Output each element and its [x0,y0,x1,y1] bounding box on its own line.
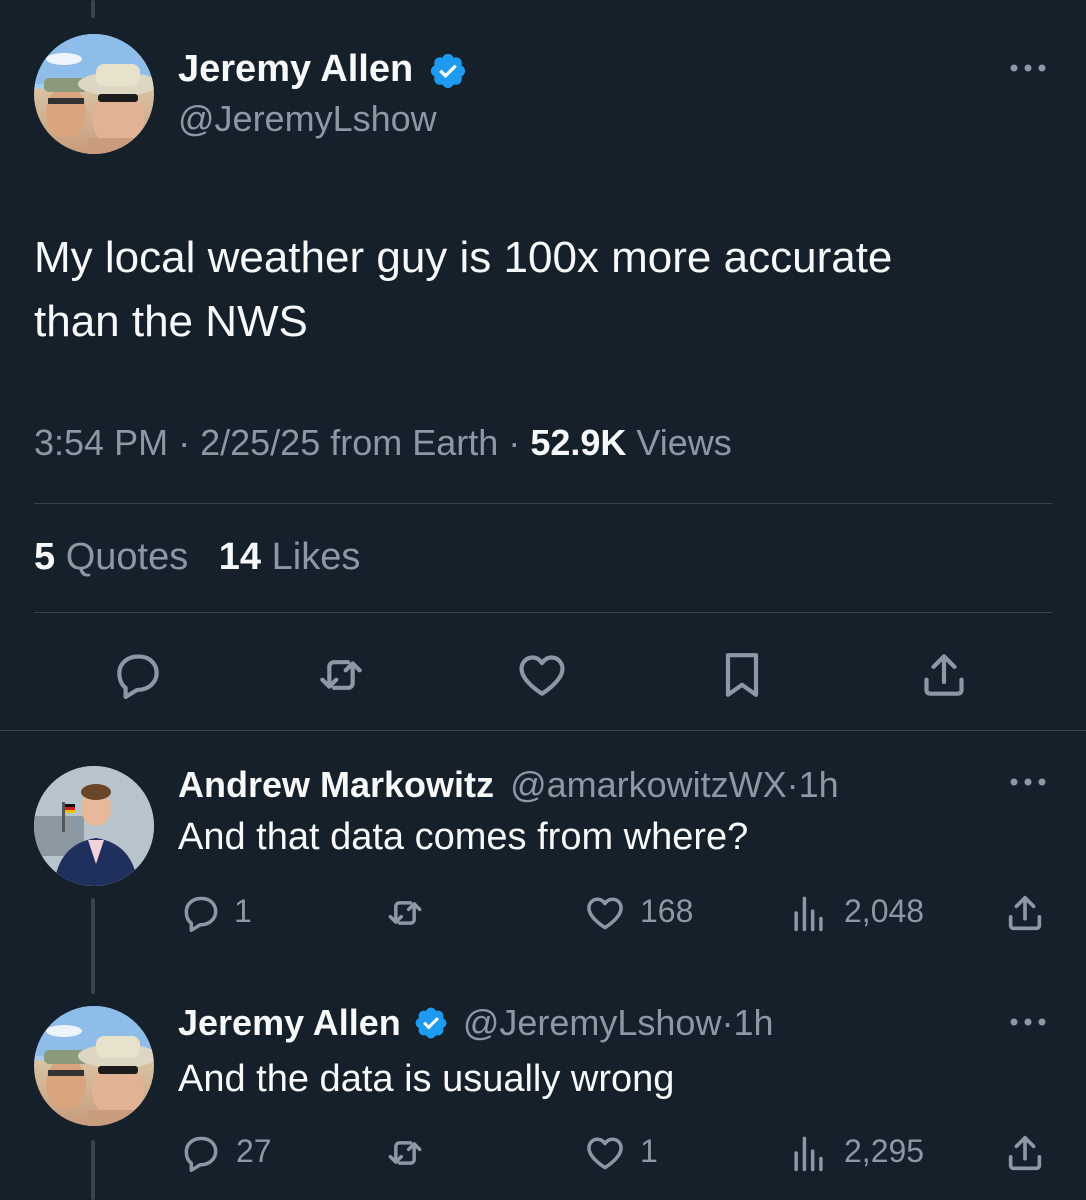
avatar[interactable] [34,1006,154,1126]
share-icon[interactable] [914,645,974,705]
reply-header: Jeremy Allen @JeremyLshow·1h [178,1002,774,1044]
engagement-stats: 5 Quotes 14 Likes [34,536,360,579]
author-handle[interactable]: @JeremyLshow [463,1002,722,1043]
views-icon[interactable] [786,1130,832,1176]
time-ago[interactable]: 1h [799,764,839,805]
meta-separator: · [786,764,799,805]
avatar-photo [34,1006,154,1126]
view-count: 2,048 [844,893,925,929]
quotes-stat[interactable]: 5 Quotes [34,536,199,578]
views-icon[interactable] [786,890,832,936]
tweet-date[interactable]: 2/25/25 from Earth [200,422,498,463]
author-name[interactable]: Jeremy Allen [178,1002,401,1043]
quotes-label: Quotes [65,536,189,578]
retweet-icon[interactable] [310,645,372,705]
reply-header: Andrew Markowitz @amarkowitzWX·1h [178,764,839,806]
author-handle[interactable]: @amarkowitzWX [510,764,787,805]
thread-line [91,1140,95,1200]
heart-icon[interactable] [582,890,628,936]
more-icon[interactable] [1004,772,1052,792]
likes-label: Likes [271,536,361,578]
tweet-time[interactable]: 3:54 PM [34,422,168,463]
verified-badge-icon [415,1008,447,1039]
more-icon[interactable] [1004,1012,1052,1032]
divider [34,612,1052,613]
likes-stat[interactable]: 14 Likes [219,536,361,578]
avatar-photo [34,766,154,886]
meta-separator: · [178,422,191,463]
tweet-text-line2: than the NWS [34,297,308,346]
avatar-photo [34,34,154,154]
views-label: Views [636,422,732,463]
tweet-text-line1: My local weather guy is 100x more accura… [34,233,893,282]
time-ago[interactable]: 1h [733,1002,773,1043]
author-name-text[interactable]: Jeremy Allen [178,48,413,90]
reply-count: 1 [234,893,252,929]
quotes-count: 5 [34,536,56,578]
retweet-icon[interactable] [380,1130,430,1176]
retweet-icon[interactable] [380,890,430,936]
like-count: 168 [640,893,694,929]
reply-text: And that data comes from where? [178,816,749,858]
views-count: 52.9K [530,422,627,463]
tweet-text: My local weather guy is 100x more accura… [34,226,892,354]
reply-icon[interactable] [178,890,224,936]
avatar[interactable] [34,766,154,886]
heart-icon[interactable] [582,1130,628,1176]
author-handle[interactable]: @JeremyLshow [178,98,437,140]
author-name[interactable]: Jeremy Allen [178,46,468,92]
more-icon[interactable] [1004,58,1052,78]
divider [34,503,1052,504]
heart-icon[interactable] [512,645,572,705]
reply-icon[interactable] [178,1130,224,1176]
tweet-meta: 3:54 PM · 2/25/25 from Earth · 52.9K Vie… [34,422,732,464]
reply-text: And the data is usually wrong [178,1058,675,1100]
bookmark-icon[interactable] [712,645,772,705]
meta-separator: · [721,1002,734,1043]
section-divider [0,730,1086,731]
thread-line [91,898,95,994]
view-count: 2,295 [844,1133,925,1169]
like-count: 1 [640,1133,658,1169]
share-icon[interactable] [1000,1128,1050,1178]
share-icon[interactable] [1000,888,1050,938]
likes-count: 14 [218,536,262,578]
reply-count: 27 [236,1133,272,1169]
meta-separator: · [508,422,521,463]
author-name[interactable]: Andrew Markowitz [178,764,494,805]
thread-line-top [91,0,95,18]
avatar[interactable] [34,34,154,154]
verified-badge-icon [430,53,465,89]
reply-icon[interactable] [108,645,168,705]
